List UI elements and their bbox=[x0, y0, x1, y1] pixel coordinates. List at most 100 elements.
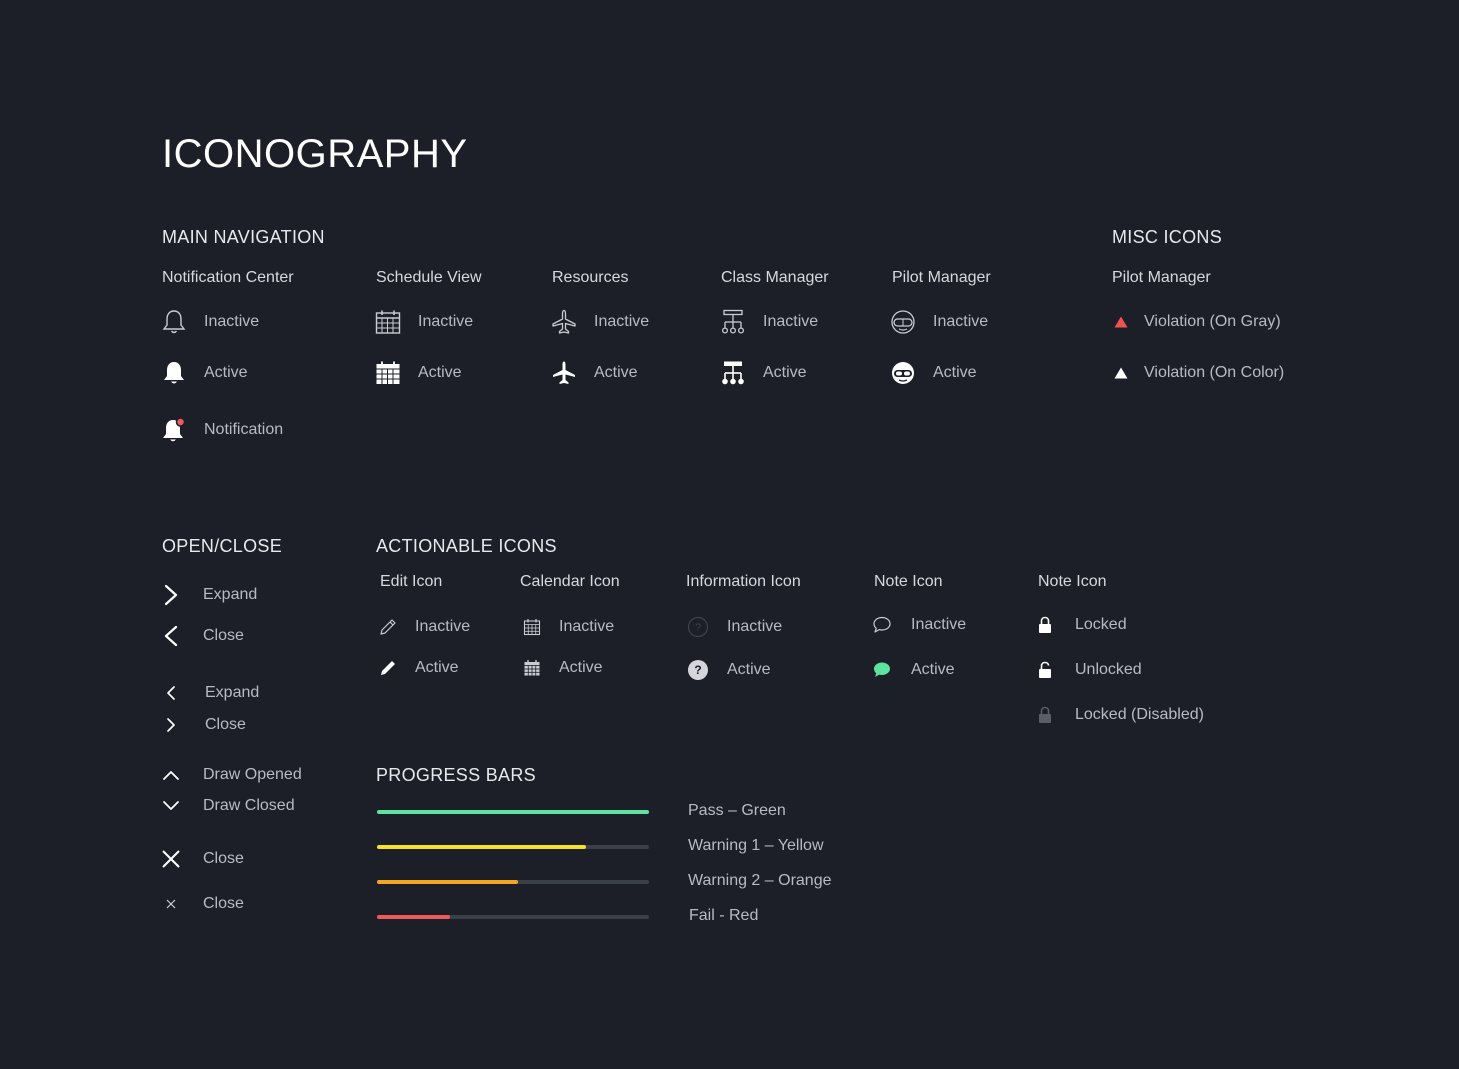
chevron-right-small-icon bbox=[158, 712, 184, 738]
violation-on-color-label: Violation (On Color) bbox=[1144, 364, 1285, 381]
lock-icon bbox=[1032, 612, 1058, 638]
notification-alert-label: Notification bbox=[204, 421, 284, 438]
violation-on-gray-label: Violation (On Gray) bbox=[1144, 313, 1281, 330]
locked-label: Locked bbox=[1075, 616, 1127, 633]
expand-small-label: Expand bbox=[205, 684, 260, 701]
close-small-label: Close bbox=[205, 716, 246, 733]
progress-bar-pass bbox=[377, 810, 649, 814]
note-inactive-label: Inactive bbox=[911, 616, 967, 633]
calendar-small-active-row[interactable]: Active bbox=[519, 654, 603, 682]
edit-inactive-row[interactable]: Inactive bbox=[375, 613, 470, 641]
violation-triangle-white-icon bbox=[1108, 360, 1134, 386]
calendar-icon-title: Calendar Icon bbox=[520, 573, 620, 590]
progress-fill-warning-2 bbox=[377, 880, 519, 884]
bell-notification-icon bbox=[161, 417, 187, 443]
chevron-up-icon bbox=[158, 762, 184, 788]
pencil-filled-icon bbox=[375, 655, 401, 681]
actionable-icons-heading: ACTIONABLE ICONS bbox=[376, 536, 557, 556]
calendar-small-filled-icon bbox=[519, 655, 545, 681]
class-manager-title: Class Manager bbox=[721, 269, 829, 286]
resources-inactive-row[interactable]: Inactive bbox=[551, 308, 649, 336]
schedule-view-title: Schedule View bbox=[376, 269, 482, 286]
close-x-large-row[interactable]: Close bbox=[158, 845, 244, 873]
locked-row[interactable]: Locked bbox=[1032, 611, 1127, 639]
note-inactive-row[interactable]: Inactive bbox=[869, 611, 966, 639]
notification-inactive-row[interactable]: Inactive bbox=[161, 308, 259, 336]
chevron-right-large-icon bbox=[158, 582, 184, 608]
resources-title: Resources bbox=[552, 269, 629, 286]
pilot-helmet-outline-icon bbox=[890, 309, 916, 335]
locked-disabled-row: Locked (Disabled) bbox=[1032, 701, 1204, 729]
progress-fill-warning-1 bbox=[377, 845, 587, 849]
unlocked-row[interactable]: Unlocked bbox=[1032, 656, 1142, 684]
class-manager-active-label: Active bbox=[763, 364, 807, 381]
close-small-icon bbox=[158, 891, 184, 917]
draw-opened-label: Draw Opened bbox=[203, 766, 302, 783]
main-navigation-heading: MAIN NAVIGATION bbox=[162, 227, 325, 247]
class-manager-inactive-label: Inactive bbox=[763, 313, 819, 330]
close-x-small-row[interactable]: Close bbox=[158, 890, 244, 918]
progress-label-pass: Pass – Green bbox=[688, 802, 786, 819]
calendar-small-outline-icon bbox=[519, 614, 545, 640]
progress-fill-fail bbox=[377, 915, 451, 919]
calendar-small-inactive-row[interactable]: Inactive bbox=[519, 613, 614, 641]
info-active-label: Active bbox=[727, 661, 771, 678]
close-large-row[interactable]: Close bbox=[158, 622, 244, 650]
schedule-active-row[interactable]: Active bbox=[375, 359, 462, 387]
open-close-heading: OPEN/CLOSE bbox=[162, 536, 283, 556]
schedule-inactive-label: Inactive bbox=[418, 313, 474, 330]
note-active-label: Active bbox=[911, 661, 955, 678]
progress-label-warning-1: Warning 1 – Yellow bbox=[688, 837, 824, 854]
unlocked-label: Unlocked bbox=[1075, 661, 1142, 678]
speech-bubble-filled-icon bbox=[869, 657, 895, 683]
progress-bars-heading: PROGRESS BARS bbox=[376, 765, 536, 785]
lock-disabled-icon bbox=[1032, 702, 1058, 728]
violation-on-gray-row: Violation (On Gray) bbox=[1108, 308, 1281, 336]
notification-center-title: Notification Center bbox=[162, 269, 294, 286]
pilot-manager-inactive-row[interactable]: Inactive bbox=[890, 308, 988, 336]
edit-active-row[interactable]: Active bbox=[375, 654, 459, 682]
info-inactive-row[interactable]: ? Inactive bbox=[685, 613, 782, 641]
speech-bubble-outline-icon bbox=[869, 612, 895, 638]
notification-alert-row[interactable]: Notification bbox=[161, 416, 283, 444]
resources-inactive-label: Inactive bbox=[594, 313, 650, 330]
pilot-manager-active-label: Active bbox=[933, 364, 977, 381]
close-small-row[interactable]: Close bbox=[158, 711, 246, 739]
schedule-inactive-row[interactable]: Inactive bbox=[375, 308, 473, 336]
class-manager-inactive-row[interactable]: Inactive bbox=[720, 308, 818, 336]
expand-large-row[interactable]: Expand bbox=[158, 581, 257, 609]
misc-icons-heading: MISC ICONS bbox=[1112, 227, 1223, 247]
close-x-small-label: Close bbox=[203, 895, 244, 912]
org-chart-filled-icon bbox=[720, 360, 746, 386]
close-large-icon bbox=[158, 846, 184, 872]
bell-outline-icon bbox=[161, 309, 187, 335]
pencil-outline-icon bbox=[375, 614, 401, 640]
progress-label-warning-2: Warning 2 – Orange bbox=[688, 872, 832, 889]
close-large-label: Close bbox=[203, 627, 244, 644]
locked-disabled-label: Locked (Disabled) bbox=[1075, 706, 1204, 723]
expand-large-label: Expand bbox=[203, 586, 258, 603]
info-active-row[interactable]: ? Active bbox=[685, 656, 771, 684]
expand-small-row[interactable]: Expand bbox=[158, 679, 259, 707]
calendar-small-inactive-label: Inactive bbox=[559, 618, 615, 635]
chevron-left-small-icon bbox=[158, 680, 184, 706]
progress-bar-warning-1 bbox=[377, 845, 649, 849]
violation-on-color-row: Violation (On Color) bbox=[1108, 359, 1284, 387]
close-x-large-label: Close bbox=[203, 850, 244, 867]
calendar-small-active-label: Active bbox=[559, 659, 603, 676]
svg-text:?: ? bbox=[695, 622, 701, 634]
progress-bar-warning-2 bbox=[377, 880, 649, 884]
page-title: ICONOGRAPHY bbox=[162, 132, 468, 176]
draw-closed-row[interactable]: Draw Closed bbox=[158, 792, 295, 820]
note-active-row[interactable]: Active bbox=[869, 656, 955, 684]
resources-active-row[interactable]: Active bbox=[551, 359, 638, 387]
pilot-manager-title: Pilot Manager bbox=[892, 269, 991, 286]
chevron-down-icon bbox=[158, 793, 184, 819]
airplane-filled-icon bbox=[551, 360, 577, 386]
notification-active-label: Active bbox=[204, 364, 248, 381]
draw-opened-row[interactable]: Draw Opened bbox=[158, 761, 302, 789]
schedule-active-label: Active bbox=[418, 364, 462, 381]
pilot-manager-active-row[interactable]: Active bbox=[890, 359, 977, 387]
notification-active-row[interactable]: Active bbox=[161, 359, 248, 387]
class-manager-active-row[interactable]: Active bbox=[720, 359, 807, 387]
